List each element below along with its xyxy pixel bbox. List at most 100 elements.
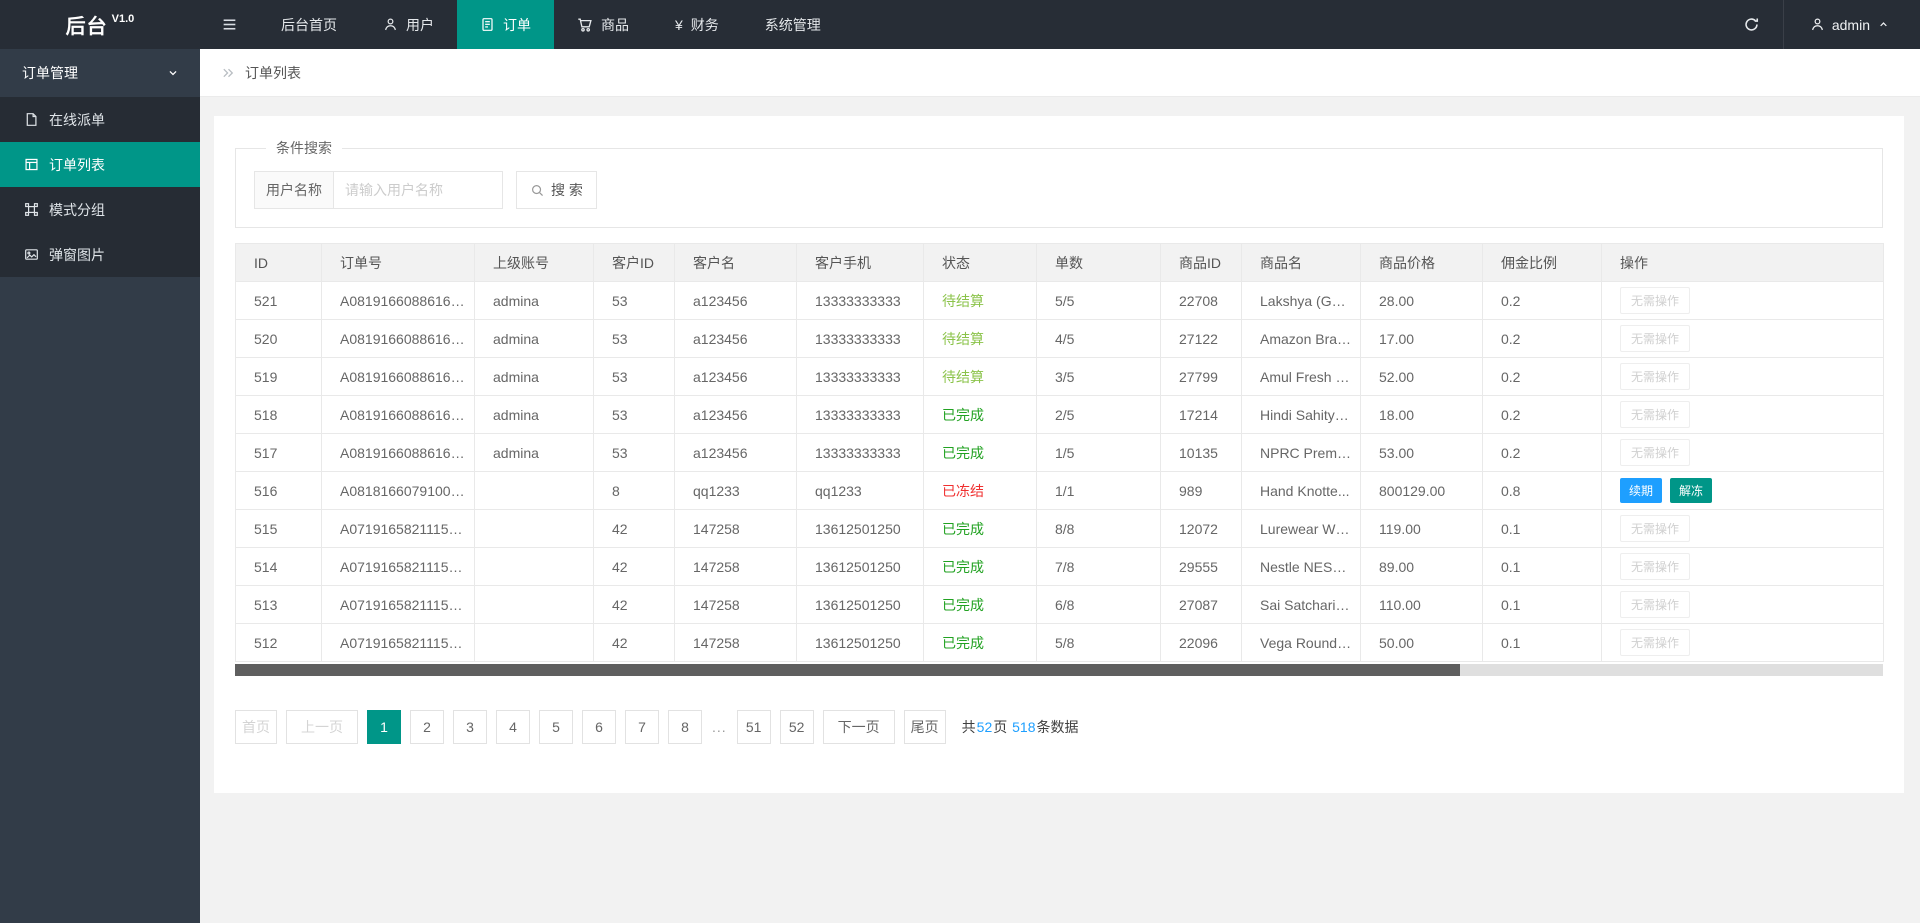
page-page-4-button[interactable]: 4 (496, 710, 530, 744)
cell-customer_name: 147258 (675, 586, 797, 624)
page-page-1-button[interactable]: 1 (367, 710, 401, 744)
nav-item-label: 后台首页 (281, 15, 337, 35)
sidebar-item-online-dispatch[interactable]: 在线派单 (0, 97, 200, 142)
cell-status: 待结算 (924, 282, 1037, 320)
cell-commission: 0.8 (1483, 472, 1602, 510)
page-page-6-button[interactable]: 6 (582, 710, 616, 744)
nav-item-user[interactable]: 用户 (360, 0, 457, 49)
user-icon (383, 17, 398, 32)
summary-total-pages: 52 (976, 719, 994, 735)
cell-price: 89.00 (1361, 548, 1483, 586)
sidebar-item-label: 订单列表 (49, 155, 105, 175)
cell-price: 50.00 (1361, 624, 1483, 662)
cell-product_id: 22096 (1161, 624, 1242, 662)
refresh-button[interactable] (1721, 0, 1783, 49)
nav-item-system[interactable]: 系统管理 (742, 0, 844, 49)
cell-product_name: Hindi Sahitya ... (1242, 396, 1361, 434)
sidebar-toggle-button[interactable] (200, 0, 258, 49)
cell-actions: 无需操作 (1602, 548, 1884, 586)
sidebar-item-popup-image[interactable]: 弹窗图片 (0, 232, 200, 277)
page-page-2-button[interactable]: 2 (410, 710, 444, 744)
user-icon (1810, 17, 1825, 32)
cell-phone: 13612501250 (797, 586, 924, 624)
cell-parent (475, 624, 594, 662)
navbar-right: admin (1721, 0, 1920, 49)
username-input[interactable] (333, 171, 503, 209)
cell-product_name: Lurewear Whi... (1242, 510, 1361, 548)
cell-order_no: A08191660886168152 (322, 434, 475, 472)
cell-actions: 无需操作 (1602, 320, 1884, 358)
cell-product_name: Lakshya (Goal... (1242, 282, 1361, 320)
cell-count: 6/8 (1037, 586, 1161, 624)
page-page-7-button[interactable]: 7 (625, 710, 659, 744)
nav-item-home[interactable]: 后台首页 (258, 0, 360, 49)
horizontal-scrollbar-thumb[interactable] (235, 664, 1460, 676)
cell-status: 已完成 (924, 624, 1037, 662)
cell-status: 已完成 (924, 586, 1037, 624)
app-logo: 后台 V1.0 (0, 0, 200, 49)
cell-phone: 13333333333 (797, 282, 924, 320)
admin-dropdown[interactable]: admin (1783, 0, 1920, 49)
table-row: 519A08191660886169298admina53a1234561333… (236, 358, 1884, 396)
page-page-52-button[interactable]: 52 (780, 710, 814, 744)
cell-customer_id: 53 (594, 434, 675, 472)
cell-product_id: 22708 (1161, 282, 1242, 320)
cell-order_no: A08191660886169298 (322, 358, 475, 396)
cell-product_name: NPRC Premiu... (1242, 434, 1361, 472)
cell-customer_name: a123456 (675, 282, 797, 320)
status-badge: 已完成 (942, 597, 984, 613)
cell-parent (475, 472, 594, 510)
page-page-3-button[interactable]: 3 (453, 710, 487, 744)
cell-phone: 13333333333 (797, 434, 924, 472)
unfreeze-button[interactable]: 解冻 (1670, 478, 1712, 503)
cell-product_id: 12072 (1161, 510, 1242, 548)
cell-id: 513 (236, 586, 322, 624)
page-next-button[interactable]: 下一页 (823, 710, 895, 744)
table-row: 516A081816607910082818qq1233qq1233已冻结1/1… (236, 472, 1884, 510)
cell-parent (475, 510, 594, 548)
breadcrumb-chevrons-icon (221, 65, 236, 80)
page-prev-button: 上一页 (286, 710, 358, 744)
cart-icon (577, 17, 593, 33)
nav-item-order[interactable]: 订单 (457, 0, 554, 49)
sidebar-group-order-management[interactable]: 订单管理 (0, 49, 200, 97)
renew-button[interactable]: 续期 (1620, 478, 1662, 503)
cell-parent: admina (475, 282, 594, 320)
page-page-8-button[interactable]: 8 (668, 710, 702, 744)
status-badge: 待结算 (942, 369, 984, 385)
orders-table: ID订单号上级账号客户ID客户名客户手机状态单数商品ID商品名商品价格佣金比例操… (235, 243, 1884, 662)
no-action-button: 无需操作 (1620, 325, 1690, 352)
nav-item-product[interactable]: 商品 (554, 0, 652, 49)
page-page-5-button[interactable]: 5 (539, 710, 573, 744)
sidebar-group-label: 订单管理 (22, 63, 78, 83)
search-panel: 条件搜索 用户名称 搜 索 (235, 138, 1883, 228)
cell-actions: 无需操作 (1602, 358, 1884, 396)
cell-customer_name: qq1233 (675, 472, 797, 510)
sidebar-item-label: 弹窗图片 (49, 245, 105, 265)
cell-id: 512 (236, 624, 322, 662)
cell-price: 53.00 (1361, 434, 1483, 472)
page-last-button[interactable]: 尾页 (904, 710, 946, 744)
document-icon (480, 17, 495, 32)
nav-item-finance[interactable]: ¥财务 (652, 0, 742, 49)
cell-product_id: 989 (1161, 472, 1242, 510)
status-badge: 已完成 (942, 635, 984, 651)
cell-commission: 0.1 (1483, 624, 1602, 662)
status-badge: 已完成 (942, 521, 984, 537)
breadcrumb: 订单列表 (200, 49, 1920, 97)
horizontal-scrollbar[interactable] (235, 664, 1883, 676)
cell-price: 28.00 (1361, 282, 1483, 320)
cell-customer_id: 8 (594, 472, 675, 510)
cell-count: 7/8 (1037, 548, 1161, 586)
nav-item-label: 财务 (691, 15, 719, 35)
page-first-button: 首页 (235, 710, 277, 744)
sidebar-item-mode-group[interactable]: 模式分组 (0, 187, 200, 232)
cell-product_id: 29555 (1161, 548, 1242, 586)
search-button[interactable]: 搜 索 (516, 171, 597, 209)
cell-customer_name: a123456 (675, 320, 797, 358)
cell-phone: 13612501250 (797, 548, 924, 586)
page-page-51-button[interactable]: 51 (737, 710, 771, 744)
cell-status: 已完成 (924, 510, 1037, 548)
no-action-button: 无需操作 (1620, 629, 1690, 656)
sidebar-item-order-list[interactable]: 订单列表 (0, 142, 200, 187)
